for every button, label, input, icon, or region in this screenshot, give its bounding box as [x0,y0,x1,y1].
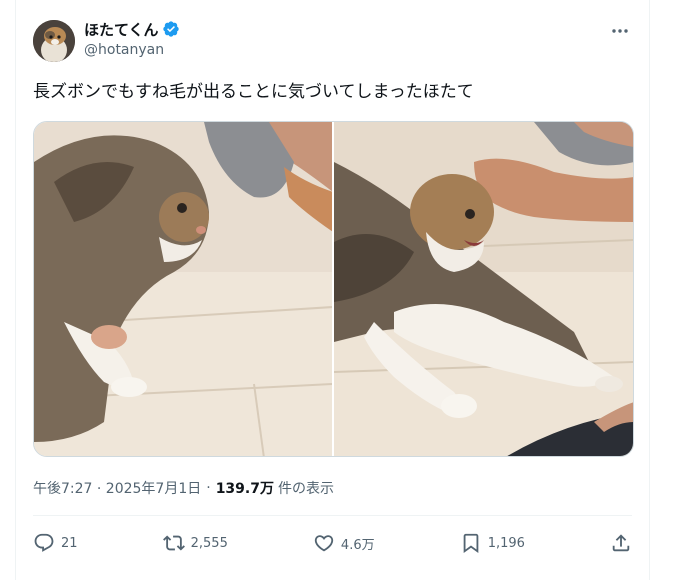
verified-badge-icon[interactable] [162,20,180,38]
repost-button[interactable]: 2,555 [162,532,228,554]
like-button[interactable]: 4.6万 [313,532,375,554]
like-count: 4.6万 [340,537,375,553]
meta-separator: · [206,480,211,496]
more-icon[interactable] [609,22,631,40]
repost-count: 2,555 [190,535,228,551]
media-grid[interactable] [33,121,634,457]
bookmark-button[interactable]: 1,196 [460,532,525,554]
action-bar: 21 2,555 4.6万 1,196 [33,528,632,558]
tweet-meta: 午後7:27 · 2025年7月1日 · 139.7万 件の表示 [33,478,334,498]
reply-button[interactable]: 21 [33,532,78,554]
photo-cat-right[interactable] [334,122,633,456]
author-names: ほたてくん @hotanyan [84,18,180,58]
bookmark-count: 1,196 [487,535,525,551]
bookmark-icon [463,533,479,554]
repost-icon [162,535,185,551]
photo-cat-left[interactable] [34,122,332,456]
share-icon [612,534,630,552]
tweet-card: ほたてくん @hotanyan 長ズボンでもすね毛が出ることに気づいてしまったほ… [15,0,650,580]
divider [33,515,632,516]
display-name[interactable]: ほたてくん [84,19,159,40]
reply-icon [34,533,54,552]
share-button[interactable] [610,532,632,554]
heart-icon [314,535,334,552]
views-count: 139.7万 [215,481,274,497]
handle[interactable]: @hotanyan [84,42,180,58]
reply-count: 21 [61,535,78,551]
views-label: 件の表示 [277,481,334,497]
tweet-text: 長ズボンでもすね毛が出ることに気づいてしまったほたて [33,82,474,102]
avatar[interactable] [33,20,75,62]
timestamp[interactable]: 午後7:27 · 2025年7月1日 [33,478,201,498]
